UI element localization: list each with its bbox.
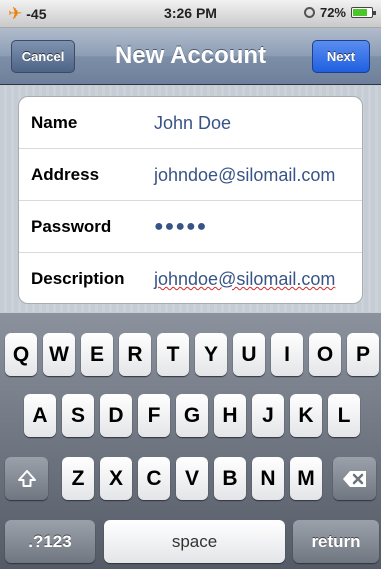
status-bar: ✈ -45 3:26 PM 72% — [0, 0, 381, 28]
key-d[interactable]: D — [100, 394, 132, 437]
key-x[interactable]: X — [100, 457, 132, 500]
key-z[interactable]: Z — [62, 457, 94, 500]
account-form: Name John Doe Address johndoe@silomail.c… — [18, 96, 363, 304]
description-row[interactable]: Description johndoe@silomail.com — [19, 253, 362, 303]
key-h[interactable]: H — [214, 394, 246, 437]
password-row[interactable]: Password ●●●●● — [19, 201, 362, 253]
next-button[interactable]: Next — [312, 40, 370, 73]
description-label: Description — [31, 269, 125, 288]
address-row[interactable]: Address johndoe@silomail.com — [19, 149, 362, 201]
form-area: Name John Doe Address johndoe@silomail.c… — [0, 86, 381, 312]
nav-bar: Cancel New Account Next — [0, 28, 381, 85]
key-f[interactable]: F — [138, 394, 170, 437]
key-v[interactable]: V — [176, 457, 208, 500]
key-y[interactable]: Y — [195, 333, 227, 376]
key-r[interactable]: R — [119, 333, 151, 376]
key-e[interactable]: E — [81, 333, 113, 376]
status-right: 72% — [303, 5, 376, 20]
key-q[interactable]: Q — [5, 333, 37, 376]
battery-icon — [351, 7, 376, 18]
key-o[interactable]: O — [309, 333, 341, 376]
password-label: Password — [31, 217, 112, 236]
key-s[interactable]: S — [62, 394, 94, 437]
battery-fill — [353, 9, 367, 16]
space-key[interactable]: space — [104, 520, 285, 563]
address-label: Address — [31, 165, 100, 184]
battery-percent: 72% — [319, 5, 346, 20]
key-w[interactable]: W — [43, 333, 75, 376]
description-field[interactable]: johndoe@silomail.com — [154, 269, 335, 290]
key-n[interactable]: N — [252, 457, 284, 500]
key-u[interactable]: U — [233, 333, 265, 376]
key-m[interactable]: M — [290, 457, 322, 500]
key-g[interactable]: G — [176, 394, 208, 437]
key-k[interactable]: K — [290, 394, 322, 437]
key-b[interactable]: B — [214, 457, 246, 500]
backspace-icon — [342, 470, 366, 487]
name-row[interactable]: Name John Doe — [19, 97, 362, 149]
shift-icon — [17, 469, 36, 487]
key-l[interactable]: L — [328, 394, 360, 437]
shift-key[interactable] — [5, 457, 48, 500]
key-i[interactable]: I — [271, 333, 303, 376]
address-field[interactable]: johndoe@silomail.com — [154, 165, 335, 186]
key-j[interactable]: J — [252, 394, 284, 437]
key-c[interactable]: C — [138, 457, 170, 500]
clock-icon — [303, 7, 315, 18]
keyboard: Q W E R T Y U I O P A S D F G H J K L Z … — [0, 313, 381, 569]
return-key[interactable]: return — [293, 520, 379, 563]
password-field[interactable]: ●●●●● — [154, 218, 207, 236]
description-value: johndoe@silomail.com — [154, 269, 336, 289]
key-a[interactable]: A — [24, 394, 56, 437]
backspace-key[interactable] — [333, 457, 376, 500]
key-p[interactable]: P — [347, 333, 379, 376]
numbers-key[interactable]: .?123 — [5, 520, 95, 563]
name-field[interactable]: John Doe — [154, 113, 231, 134]
key-t[interactable]: T — [157, 333, 189, 376]
name-label: Name — [31, 113, 78, 132]
